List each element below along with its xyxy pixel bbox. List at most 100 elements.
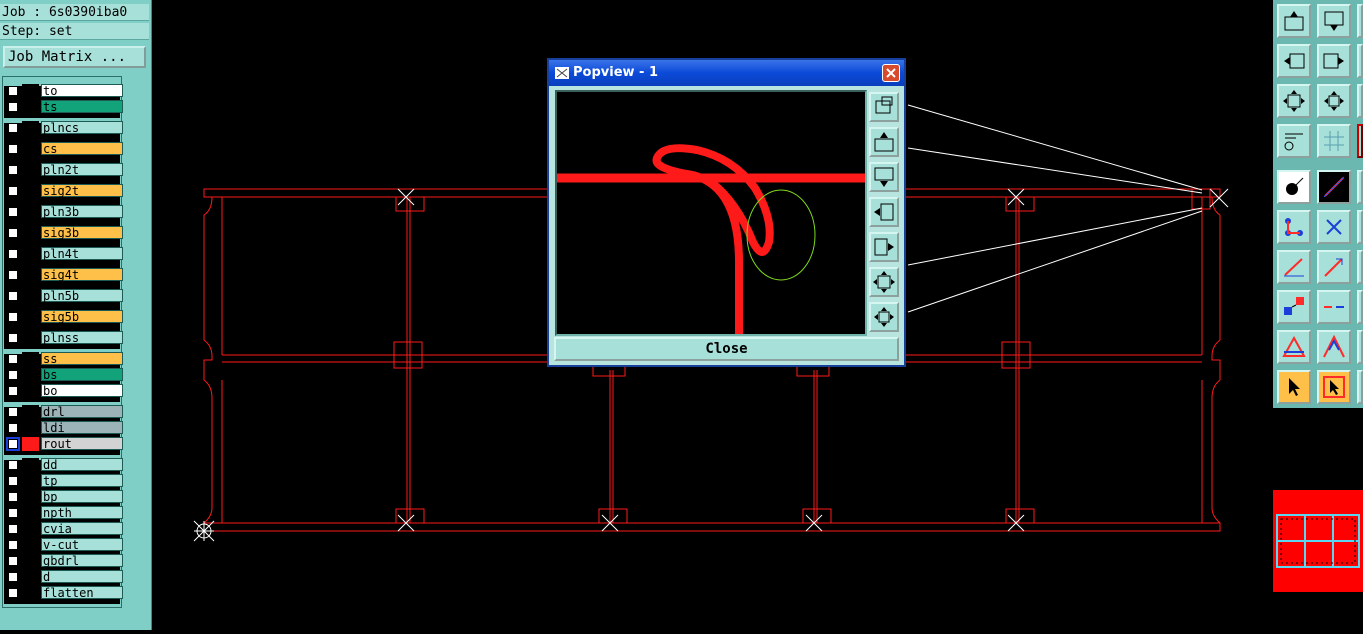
popview-close-button[interactable]: Close [554,337,899,361]
layer-visibility-checkbox[interactable] [8,102,18,112]
popview-pan-down-button[interactable] [869,162,899,192]
pan-right-tool[interactable] [1317,44,1351,78]
popview-pan-right-button[interactable] [869,232,899,262]
pointer-tool[interactable] [1277,370,1311,404]
layer-visibility-checkbox[interactable] [8,207,18,217]
layer-row[interactable]: pln4t [5,247,123,261]
pan-down-tool[interactable] [1317,4,1351,38]
layer-visibility-checkbox[interactable] [8,370,18,380]
zoom-center-tool[interactable] [1317,84,1351,118]
vertex-tool[interactable] [1317,330,1351,364]
pad-tool[interactable] [1277,170,1311,204]
layer-row[interactable]: bo [5,384,123,398]
layer-visibility-checkbox[interactable] [6,437,20,451]
layer-row[interactable]: ldi [5,421,123,435]
layer-row[interactable]: bs [5,368,123,382]
partial-tool[interactable] [1357,290,1363,324]
partial-tool[interactable] [1357,250,1363,284]
layer-visibility-checkbox[interactable] [8,588,18,598]
layer-row[interactable]: gbdrl [5,554,123,568]
partial-tool[interactable] [1357,124,1363,158]
triangle-tool[interactable] [1277,330,1311,364]
partial-tool[interactable] [1357,4,1363,38]
layer-row[interactable]: npth [5,506,123,520]
layer-row[interactable]: bp [5,490,123,504]
angle-tool[interactable] [1277,250,1311,284]
layer-visibility-checkbox[interactable] [8,312,18,322]
layer-visibility-checkbox[interactable] [8,540,18,550]
job-matrix-button[interactable]: Job Matrix ... [3,46,146,68]
layer-row[interactable]: dd [5,458,123,472]
partial-tool[interactable] [1357,44,1363,78]
zoom-fit-tool[interactable] [1277,84,1311,118]
layer-visibility-checkbox[interactable] [8,144,18,154]
layer-row[interactable]: ss [5,352,123,366]
layer-row[interactable]: sig5b [5,310,123,324]
layer-visibility-checkbox[interactable] [8,407,18,417]
layer-visibility-checkbox[interactable] [8,492,18,502]
split-tool[interactable] [1317,290,1351,324]
layer-row[interactable]: cs [5,142,123,156]
layer-visibility-checkbox[interactable] [8,524,18,534]
partial-tool[interactable] [1357,170,1363,204]
popview-title-bar[interactable]: Popview - 1 [549,60,904,86]
layer-visibility-checkbox[interactable] [8,228,18,238]
layer-visibility-checkbox[interactable] [8,423,18,433]
layer-visibility-checkbox[interactable] [8,476,18,486]
grid-tool[interactable] [1317,124,1351,158]
measure-tool[interactable] [1277,124,1311,158]
layer-visibility-checkbox[interactable] [8,165,18,175]
popview-zoom-fit-button[interactable] [869,267,899,297]
pan-left-tool[interactable] [1277,44,1311,78]
layer-row[interactable]: tp [5,474,123,488]
layer-visibility-checkbox[interactable] [8,86,18,96]
layer-row[interactable]: to [5,84,123,98]
layer-row[interactable]: pln3b [5,205,123,219]
layer-row[interactable]: sig3b [5,226,123,240]
layer-row[interactable]: ts [5,100,123,114]
layer-visibility-checkbox[interactable] [8,270,18,280]
layer-visibility-checkbox[interactable] [8,249,18,259]
window-close-button[interactable] [882,64,900,82]
layer-row[interactable]: plnss [5,331,123,345]
line-tool[interactable] [1317,170,1351,204]
popview-zoom-button[interactable] [869,92,899,122]
layer-visibility-checkbox[interactable] [8,291,18,301]
layer-row[interactable]: cvia [5,522,123,536]
layer-row[interactable]: plncs [5,121,123,135]
layer-row[interactable]: rout [5,437,123,451]
popview-pan-left-button[interactable] [869,197,899,227]
step-label: Step: set [0,23,149,40]
node-tool[interactable] [1277,210,1311,244]
layer-visibility-checkbox[interactable] [8,386,18,396]
layer-row[interactable]: pln2t [5,163,123,177]
popview-zoom-center-button[interactable] [869,302,899,332]
layer-visibility-checkbox[interactable] [8,186,18,196]
partial-tool[interactable] [1357,84,1363,118]
popview-pan-up-button[interactable] [869,127,899,157]
layer-row[interactable]: sig2t [5,184,123,198]
layer-row[interactable]: drl [5,405,123,419]
partial-tool[interactable] [1357,370,1363,404]
layer-visibility-checkbox[interactable] [8,333,18,343]
layer-visibility-checkbox[interactable] [8,572,18,582]
partial-tool[interactable] [1357,210,1363,244]
layer-row[interactable]: pln5b [5,289,123,303]
select-box-tool[interactable] [1317,370,1351,404]
layer-row[interactable]: v-cut [5,538,123,552]
layer-row[interactable]: d [5,570,123,584]
partial-tool[interactable] [1357,330,1363,364]
pan-up-tool[interactable] [1277,4,1311,38]
layer-visibility-checkbox[interactable] [8,123,18,133]
slope-tool[interactable] [1317,250,1351,284]
layer-row[interactable]: sig4t [5,268,123,282]
popview-canvas[interactable] [555,90,867,336]
layer-visibility-checkbox[interactable] [8,556,18,566]
delete-tool[interactable] [1317,210,1351,244]
layer-row[interactable]: flatten [5,586,123,600]
layer-visibility-checkbox[interactable] [8,508,18,518]
overview-map[interactable] [1273,490,1363,592]
layer-visibility-checkbox[interactable] [8,354,18,364]
select-pad-tool[interactable] [1277,290,1311,324]
layer-visibility-checkbox[interactable] [8,460,18,470]
